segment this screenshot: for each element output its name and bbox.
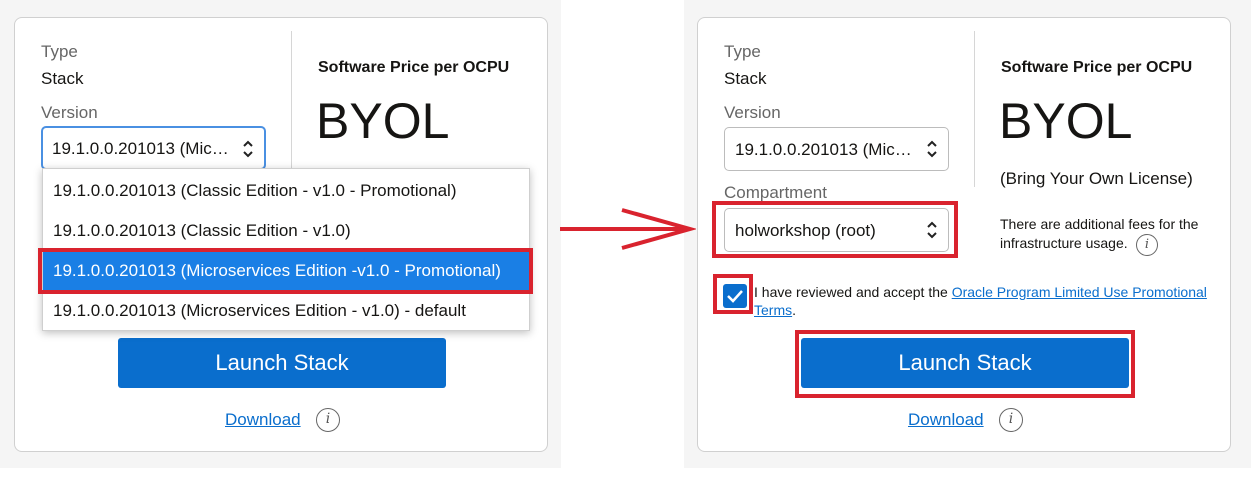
version-select-value: 19.1.0.0.201013 (Mic… bbox=[52, 139, 229, 158]
info-icon[interactable]: i bbox=[999, 408, 1023, 432]
info-icon[interactable]: i bbox=[316, 408, 340, 432]
launch-stack-button[interactable]: Launch Stack bbox=[118, 338, 446, 388]
price-title: Software Price per OCPU bbox=[1001, 59, 1193, 76]
version-label: Version bbox=[41, 103, 98, 122]
compartment-select-value: holworkshop (root) bbox=[735, 221, 876, 240]
byol-heading: BYOL bbox=[316, 93, 450, 149]
version-option-selected[interactable]: 19.1.0.0.201013 (Microservices Edition -… bbox=[43, 250, 529, 290]
right-stack-card: Type Stack Version 19.1.0.0.201013 (Mic…… bbox=[697, 17, 1231, 452]
type-value: Stack bbox=[41, 69, 84, 88]
type-label: Type bbox=[724, 42, 761, 61]
version-select[interactable]: 19.1.0.0.201013 (Mic… bbox=[724, 127, 949, 171]
chevron-updown-icon bbox=[927, 140, 937, 158]
version-option[interactable]: 19.1.0.0.201013 (Microservices Edition -… bbox=[43, 290, 529, 330]
info-icon[interactable]: i bbox=[1136, 234, 1158, 256]
fees-note: There are additional fees for the infras… bbox=[1000, 216, 1199, 251]
price-title: Software Price per OCPU bbox=[318, 59, 510, 76]
version-label: Version bbox=[724, 103, 781, 122]
terms-text: I have reviewed and accept the Oracle Pr… bbox=[754, 283, 1216, 319]
download-link[interactable]: Download bbox=[225, 410, 301, 430]
terms-suffix: . bbox=[792, 302, 797, 318]
accept-terms-checkbox[interactable] bbox=[723, 284, 747, 308]
version-select[interactable]: 19.1.0.0.201013 (Mic… bbox=[41, 126, 266, 170]
launch-stack-button[interactable]: Launch Stack bbox=[801, 338, 1129, 388]
terms-prefix: I have reviewed and accept the bbox=[754, 284, 952, 300]
byol-heading: BYOL bbox=[999, 93, 1133, 149]
compartment-select[interactable]: holworkshop (root) bbox=[724, 208, 949, 252]
arrow-right-icon bbox=[560, 208, 696, 250]
byol-description: (Bring Your Own License) bbox=[1000, 169, 1193, 188]
download-link[interactable]: Download bbox=[908, 410, 984, 430]
card-divider bbox=[291, 31, 292, 187]
version-option[interactable]: 19.1.0.0.201013 (Classic Edition - v1.0 … bbox=[43, 170, 529, 210]
version-select-value: 19.1.0.0.201013 (Mic… bbox=[735, 140, 912, 159]
type-label: Type bbox=[41, 42, 78, 61]
chevron-updown-icon bbox=[927, 221, 937, 239]
compartment-label: Compartment bbox=[724, 183, 827, 202]
version-dropdown-list: 19.1.0.0.201013 (Classic Edition - v1.0 … bbox=[42, 168, 530, 331]
type-value: Stack bbox=[724, 69, 767, 88]
version-option[interactable]: 19.1.0.0.201013 (Classic Edition - v1.0) bbox=[43, 210, 529, 250]
chevron-updown-icon bbox=[243, 140, 253, 158]
card-divider bbox=[974, 31, 975, 187]
checkmark-icon bbox=[727, 290, 743, 303]
